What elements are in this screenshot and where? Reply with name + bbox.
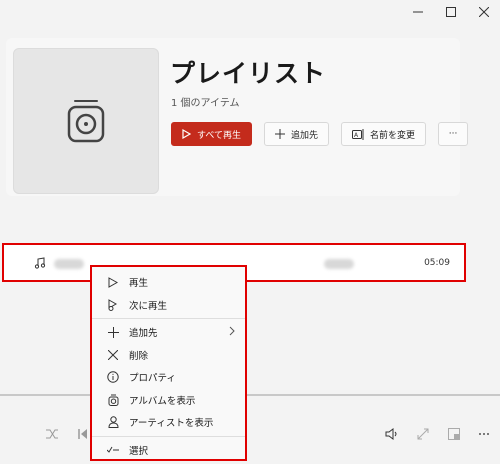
close-icon (106, 349, 120, 360)
close-icon (478, 7, 489, 17)
menu-divider (92, 318, 245, 319)
menu-item-play[interactable]: 再生 (92, 271, 245, 294)
rename-icon: A (352, 128, 364, 140)
play-icon (106, 276, 120, 288)
person-icon (106, 416, 120, 429)
previous-icon[interactable] (78, 428, 88, 440)
more-options-button[interactable]: ··· (438, 122, 469, 146)
menu-item-properties[interactable]: プロパティ (92, 366, 245, 389)
play-all-button[interactable]: すべて再生 (171, 122, 253, 146)
album-icon (106, 394, 120, 406)
chevron-right-icon (229, 326, 235, 339)
item-count: 1 個のアイテム (171, 98, 240, 109)
menu-item-label: プロパティ (129, 373, 176, 385)
volume-icon[interactable] (385, 428, 399, 440)
menu-item-label: アルバムを表示 (129, 395, 196, 407)
music-note-icon (34, 257, 46, 269)
menu-item-label: 再生 (129, 278, 149, 290)
svg-text:A: A (354, 132, 359, 139)
action-bar: すべて再生 追加先 A 名前を変更 ··· (171, 122, 469, 146)
menu-divider (92, 435, 245, 437)
menu-item-delete[interactable]: 削除 (92, 344, 245, 367)
menu-item-label: 追加先 (129, 328, 158, 340)
plus-icon (106, 326, 120, 338)
play-all-label: すべて再生 (197, 130, 242, 141)
page-title: プレイリスト (170, 59, 327, 88)
expand-icon[interactable] (417, 428, 429, 440)
select-icon (106, 446, 120, 454)
minimize-icon (412, 11, 423, 13)
add-to-button[interactable]: 追加先 (264, 122, 330, 146)
playlist-icon (67, 100, 105, 143)
rename-button[interactable]: A 名前を変更 (341, 122, 427, 146)
more-icon[interactable] (478, 432, 490, 436)
menu-item-label: アーティストを表示 (129, 418, 214, 430)
shuffle-icon[interactable] (45, 428, 59, 440)
menu-item-show-album[interactable]: アルバムを表示 (92, 389, 245, 412)
mini-player-icon[interactable] (448, 428, 460, 440)
close-window-button[interactable] (467, 0, 500, 24)
plus-icon (275, 129, 286, 139)
play-next-icon (106, 298, 120, 311)
menu-item-label: 選択 (129, 445, 149, 457)
playlist-artwork (13, 48, 159, 194)
progress-bar[interactable] (0, 394, 500, 396)
menu-item-play-next[interactable]: 次に再生 (92, 294, 245, 317)
rename-label: 名前を変更 (370, 130, 416, 141)
add-to-label: 追加先 (291, 130, 319, 141)
menu-item-label: 次に再生 (129, 300, 168, 312)
maximize-button[interactable] (434, 0, 467, 24)
play-icon (182, 129, 191, 139)
maximize-icon (445, 7, 456, 17)
menu-item-label: 削除 (129, 350, 149, 362)
menu-item-show-artist[interactable]: アーティストを表示 (92, 411, 245, 434)
menu-item-add-to[interactable]: 追加先 (92, 321, 245, 344)
info-icon (106, 371, 120, 383)
more-icon: ··· (448, 129, 458, 139)
track-artist-blurred (324, 259, 354, 269)
track-title-blurred (54, 259, 84, 269)
track-duration: 05:09 (424, 258, 450, 268)
window-controls (401, 0, 500, 24)
context-menu: 再生 次に再生 追加先 削除 プロパティ アルバムを表示 アーティストを表示 選… (90, 265, 247, 461)
minimize-button[interactable] (401, 0, 434, 24)
menu-item-select[interactable]: 選択 (92, 439, 245, 462)
